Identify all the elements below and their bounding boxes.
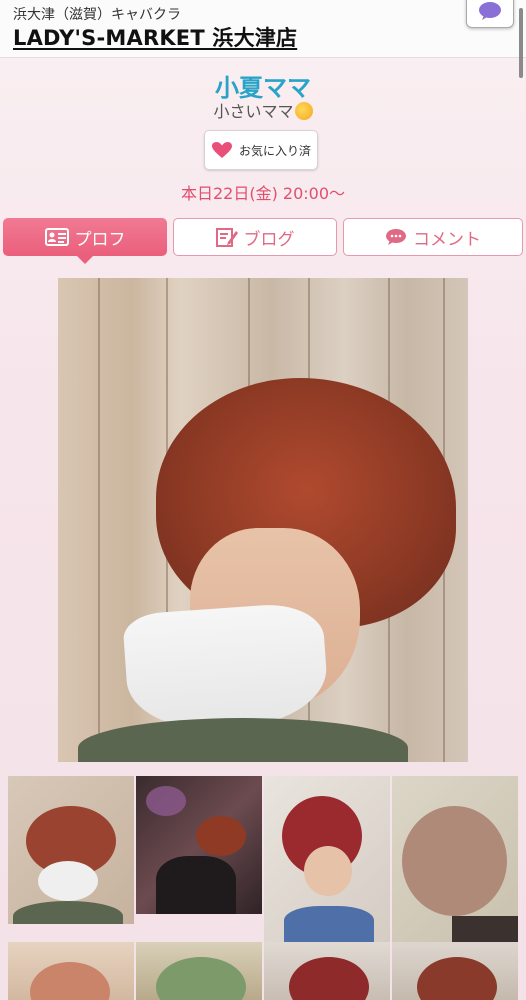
schedule-text: 本日22日(金) 20:00～ bbox=[180, 184, 346, 203]
gallery-thumbnail[interactable] bbox=[264, 942, 390, 1000]
heart-icon bbox=[211, 142, 232, 158]
cast-main-photo[interactable] bbox=[58, 278, 468, 762]
gallery-thumbnail[interactable] bbox=[136, 776, 262, 914]
profile-card-icon bbox=[44, 228, 69, 246]
gallery-thumbnail[interactable] bbox=[8, 942, 134, 1000]
speech-bubble-icon bbox=[386, 229, 406, 245]
favorite-label: お気に入り済 bbox=[238, 143, 311, 158]
favorite-button[interactable]: お気に入り済 bbox=[204, 130, 318, 170]
gallery-thumbnail[interactable] bbox=[392, 942, 518, 1000]
gallery-thumbnail[interactable] bbox=[392, 776, 518, 942]
gallery-thumbnail[interactable] bbox=[8, 776, 134, 924]
site-header: 浜大津（滋賀）キャバクラ LADY'S-MARKET 浜大津店 bbox=[0, 0, 526, 58]
tab-profile[interactable]: プロフ bbox=[3, 218, 167, 264]
area-genre-label: 浜大津（滋賀）キャバクラ bbox=[13, 7, 181, 23]
cast-catchphrase: 小さいママ bbox=[0, 98, 526, 122]
tab-blog[interactable]: ブログ bbox=[173, 218, 337, 256]
tab-blog-label: ブログ bbox=[243, 229, 295, 250]
shop-name-link[interactable]: LADY'S-MARKET 浜大津店 bbox=[13, 22, 297, 52]
tab-comment-label: コメント bbox=[413, 229, 481, 250]
pencil-note-icon bbox=[215, 228, 238, 247]
cast-catchphrase-text: 小さいママ bbox=[213, 102, 294, 121]
tab-profile-label: プロフ bbox=[74, 229, 126, 250]
chat-button[interactable] bbox=[466, 0, 514, 28]
gallery-thumbnail[interactable] bbox=[264, 776, 390, 942]
chat-bubble-icon bbox=[479, 2, 501, 20]
gallery-thumbnail[interactable] bbox=[136, 942, 262, 1000]
tab-comment[interactable]: コメント bbox=[343, 218, 523, 256]
laughing-emoji-icon bbox=[294, 102, 313, 120]
